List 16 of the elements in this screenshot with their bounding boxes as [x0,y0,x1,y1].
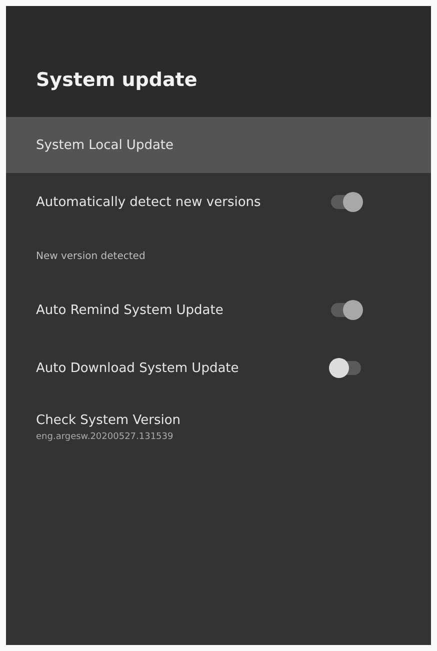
toggle-switch[interactable] [331,303,361,317]
toggle-label: Auto Download System Update [36,360,239,376]
info-row[interactable]: Check System Version eng.argesw.20200527.131539 [6,397,431,457]
toggle-switch[interactable] [331,361,361,375]
toggle-label: Automatically detect new versions [36,194,261,210]
toggle-row[interactable]: Automatically detect new versions [6,173,431,231]
page-title: System update [36,69,198,91]
toggle-row[interactable]: Auto Remind System Update [6,281,431,339]
info-label: Check System Version [36,412,181,428]
toggle-label: Auto Remind System Update [36,302,224,318]
toggle-switch[interactable] [331,195,361,209]
menu-item-label: System Local Update [36,138,174,152]
version-text: eng.argesw.20200527.131539 [36,432,174,442]
status-caption: New version detected [36,250,146,262]
menu-item[interactable]: System Local Update [6,117,431,173]
toggle-row[interactable]: Auto Download System Update [6,339,431,397]
